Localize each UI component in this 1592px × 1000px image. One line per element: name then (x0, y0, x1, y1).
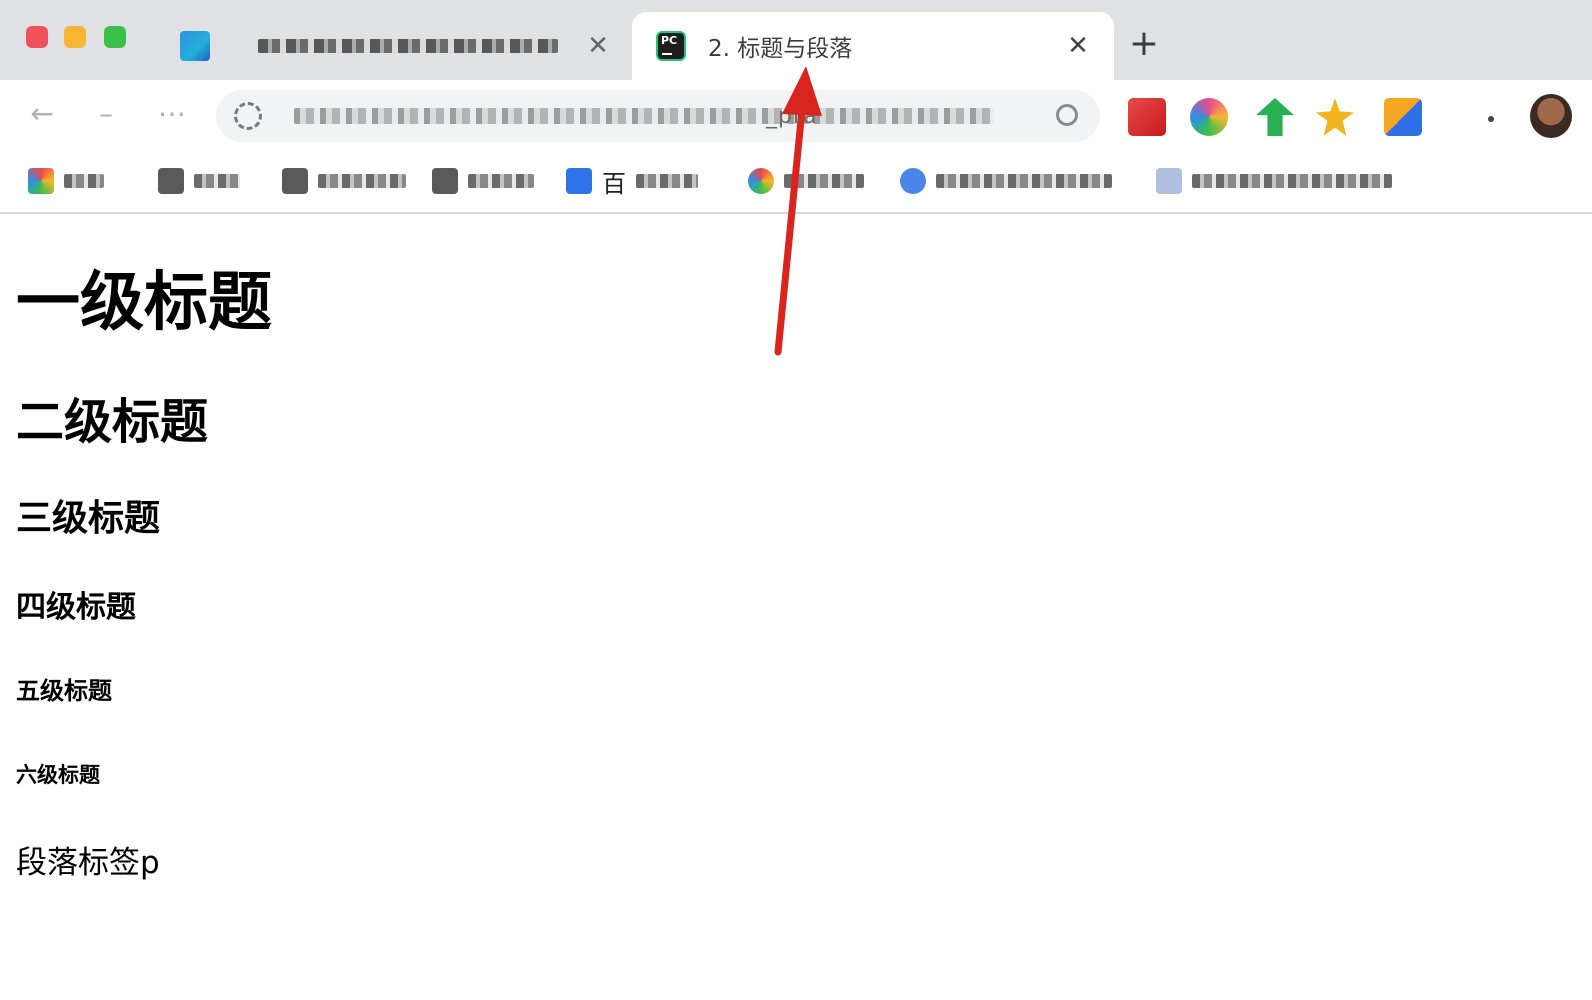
bookmark-label-obscured (318, 174, 406, 188)
bookmark-item[interactable] (1156, 166, 1392, 196)
google-icon (748, 168, 774, 194)
bookmarks-bar: 百 (0, 150, 1592, 214)
app-icon (180, 31, 210, 61)
folder-icon (158, 168, 184, 194)
extension-icon[interactable] (1384, 98, 1422, 136)
window-minimize-button[interactable] (64, 26, 86, 48)
bookmark-label-obscured (936, 174, 1112, 188)
bookmark-item[interactable] (748, 166, 864, 196)
avatar[interactable] (1530, 94, 1572, 138)
url-obscured (294, 108, 994, 124)
extension-icon[interactable] (1190, 98, 1228, 136)
heading-3: 三级标题 (16, 498, 161, 539)
address-bar[interactable]: _pra (216, 90, 1100, 142)
bookmark-item[interactable] (432, 166, 534, 196)
site-info-icon[interactable] (234, 102, 262, 130)
bookmark-label-obscured (784, 174, 864, 188)
search-icon[interactable] (1056, 104, 1078, 126)
bookmark-label-obscured (1192, 174, 1392, 188)
apps-icon (28, 168, 54, 194)
bookmark-item[interactable]: 百 (566, 166, 698, 198)
bookmark-item[interactable] (158, 166, 240, 196)
pycharm-icon-text: PC (661, 34, 678, 47)
toolbar: ← – ⋯ _pra (0, 80, 1592, 150)
back-button[interactable]: ← (24, 96, 60, 132)
tab-title: 2. 标题与段落 (708, 36, 853, 62)
bookmark-label: 百 (602, 169, 626, 198)
bookmark-label-obscured (468, 174, 534, 188)
url-visible-fragment: _pra (766, 104, 818, 129)
bookmark-label-obscured (194, 174, 240, 188)
window-close-button[interactable] (26, 26, 48, 48)
bookmark-item[interactable] (28, 166, 104, 196)
paragraph: 段落标签p (16, 845, 160, 881)
heading-2: 二级标题 (16, 394, 209, 450)
folder-icon (432, 168, 458, 194)
pycharm-icon: PC (656, 31, 686, 61)
heading-4: 四级标题 (16, 590, 136, 625)
heading-5: 五级标题 (16, 677, 112, 705)
bookmark-label-obscured (64, 174, 104, 188)
heading-1: 一级标题 (16, 266, 272, 340)
tab-strip: ✕ PC 2. 标题与段落 ✕ + (0, 0, 1592, 80)
heading-6: 六级标题 (16, 763, 100, 787)
extension-menu-icon[interactable] (1488, 116, 1494, 122)
bookmark-item[interactable] (900, 166, 1112, 196)
close-icon[interactable]: ✕ (1064, 32, 1092, 60)
bookmark-item[interactable] (282, 166, 406, 196)
baidu-icon (566, 168, 592, 194)
tab-title-obscured (258, 39, 558, 53)
cloud-icon (900, 168, 926, 194)
extension-icon[interactable] (1256, 98, 1294, 136)
reload-button[interactable]: ⋯ (154, 96, 190, 132)
tab-active[interactable]: PC 2. 标题与段落 ✕ (632, 12, 1114, 80)
close-icon[interactable]: ✕ (584, 32, 612, 60)
window-maximize-button[interactable] (104, 26, 126, 48)
tab-inactive[interactable]: ✕ (160, 12, 620, 80)
extension-icon[interactable] (1128, 98, 1166, 136)
extension-icon[interactable] (1316, 98, 1354, 136)
folder-icon (282, 168, 308, 194)
doc-icon (1156, 168, 1182, 194)
bookmark-label-obscured (636, 174, 698, 188)
new-tab-button[interactable]: + (1124, 24, 1164, 64)
forward-button[interactable]: – (88, 96, 124, 132)
